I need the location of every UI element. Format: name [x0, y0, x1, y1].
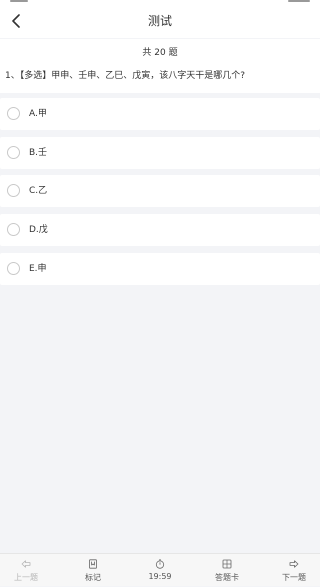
bookmark-icon: [89, 559, 97, 569]
stopwatch-icon: [155, 559, 165, 569]
status-indicators-fragment: [288, 0, 310, 2]
prev-question-button[interactable]: 上一题: [1, 554, 51, 587]
option-label: C.乙: [29, 186, 48, 196]
page-title: 测试: [147, 14, 172, 28]
option-label: B.壬: [29, 148, 48, 158]
next-question-button[interactable]: 下一题: [269, 554, 319, 587]
prev-question-label: 上一题: [14, 573, 38, 582]
radio-circle-icon[interactable]: [7, 107, 20, 120]
radio-circle-icon[interactable]: [7, 223, 20, 236]
question-count: 共 20 题: [142, 48, 178, 58]
grid-card-icon: [222, 559, 232, 569]
question-card: 共 20 题 1、【多选】甲申、壬申、乙巳、戊寅，该八字天干是哪几个?: [0, 39, 320, 93]
mark-button[interactable]: 标记: [68, 554, 118, 587]
next-question-label: 下一题: [282, 573, 306, 582]
bottom-toolbar: 上一题 标记 19:59 答题卡 下一题: [0, 553, 320, 586]
radio-circle-icon[interactable]: [7, 184, 20, 197]
option-label: D.戊: [29, 225, 48, 235]
option-d[interactable]: D.戊: [0, 214, 320, 246]
option-b[interactable]: B.壬: [0, 137, 320, 169]
option-c[interactable]: C.乙: [0, 175, 320, 207]
timer: 19:59: [135, 554, 185, 587]
arrow-left-icon: [21, 560, 31, 568]
option-label: E.申: [29, 264, 47, 274]
question-text: 1、【多选】甲申、壬申、乙巳、戊寅，该八字天干是哪几个?: [5, 71, 246, 81]
option-e[interactable]: E.申: [0, 253, 320, 285]
chevron-left-icon: [12, 14, 20, 28]
option-a[interactable]: A.甲: [0, 98, 320, 130]
status-time-fragment: [10, 0, 28, 2]
answer-card-button[interactable]: 答题卡: [202, 554, 252, 587]
timer-value: 19:59: [148, 572, 172, 581]
top-navigation-bar: 测试: [0, 4, 320, 38]
radio-circle-icon[interactable]: [7, 146, 20, 159]
mark-label: 标记: [85, 573, 101, 582]
radio-circle-icon[interactable]: [7, 262, 20, 275]
arrow-right-icon: [289, 560, 299, 568]
answer-card-label: 答题卡: [215, 573, 239, 582]
option-label: A.甲: [29, 109, 47, 119]
back-button[interactable]: [0, 4, 32, 38]
